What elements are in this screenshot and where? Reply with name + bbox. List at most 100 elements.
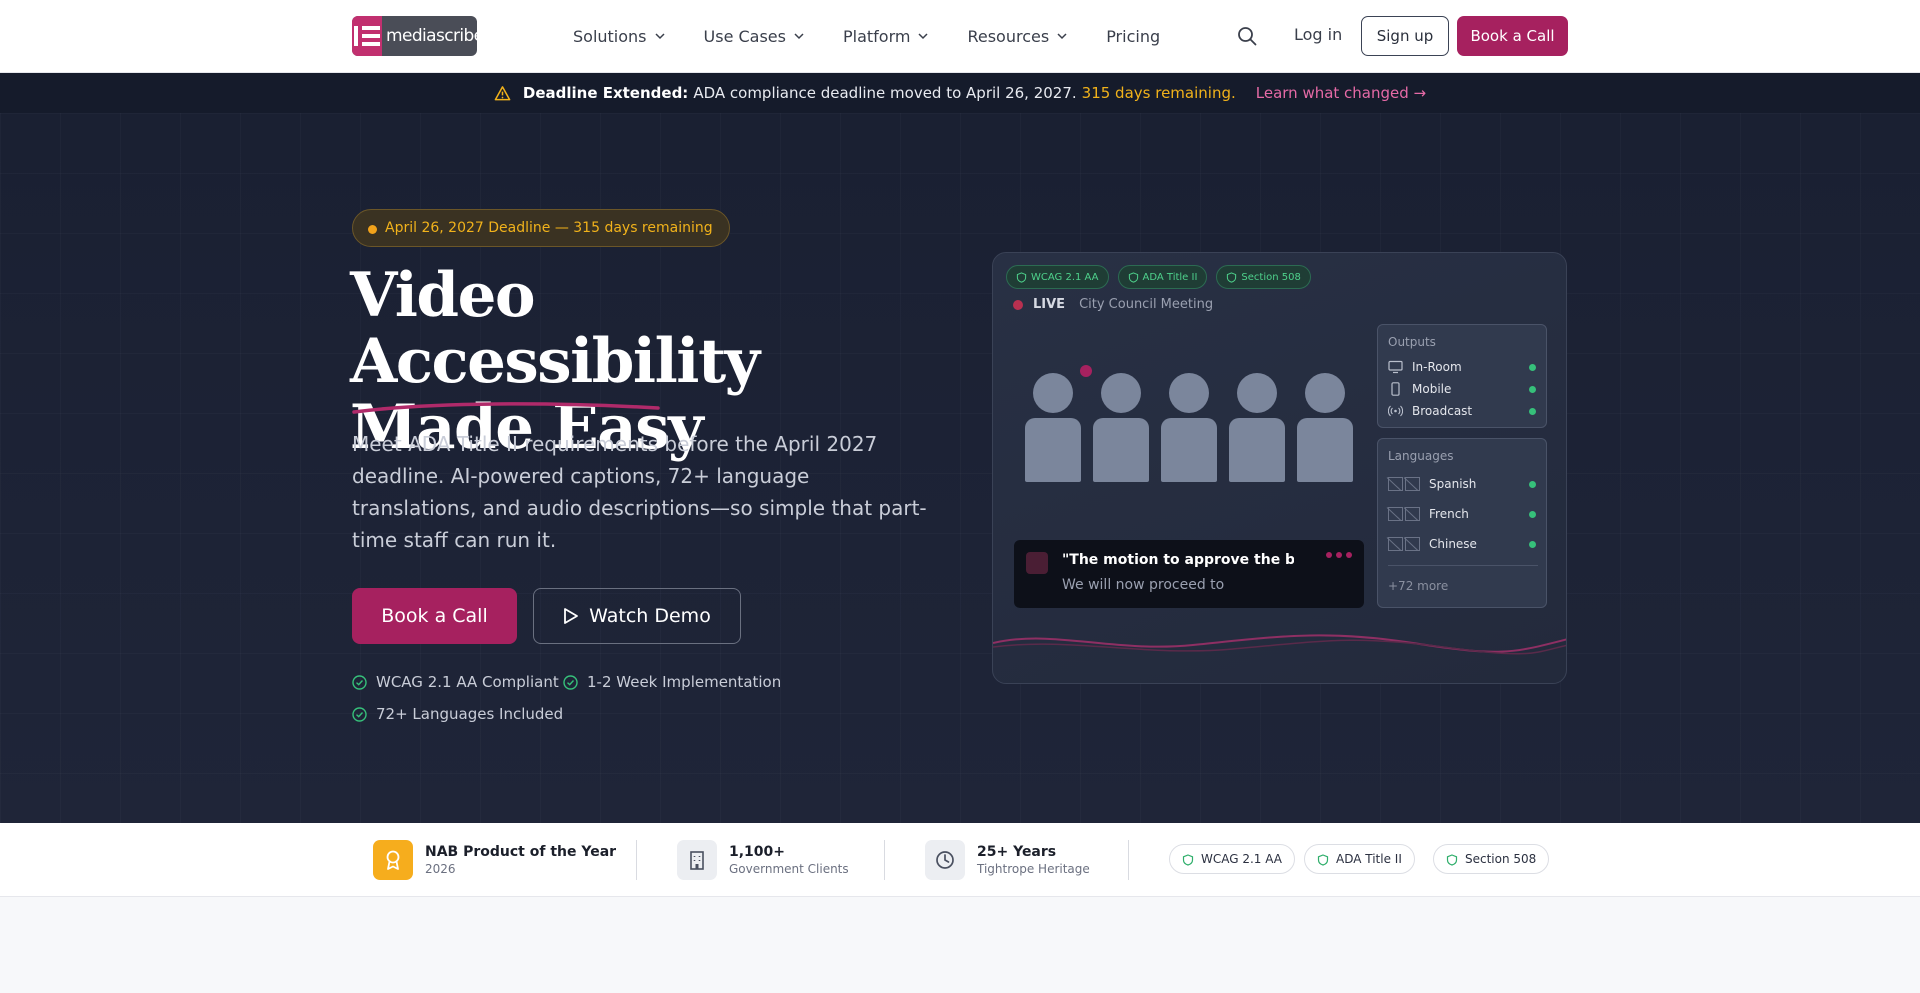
- tag-ada: ADA Title II: [1117, 265, 1208, 289]
- trust-value: 1,100+: [729, 844, 786, 860]
- tag-wcag: WCAG 2.1 AA: [1006, 265, 1109, 289]
- live-caption-box: "The motion to approve the budget We wil…: [1014, 540, 1364, 608]
- check-item: WCAG 2.1 AA Compliant: [352, 673, 559, 691]
- language-label: Chinese: [1429, 537, 1477, 551]
- check-label: 1-2 Week Implementation: [587, 673, 782, 691]
- clock-icon: [925, 840, 965, 880]
- audio-waveform: [993, 634, 1566, 655]
- mediascribe-logo[interactable]: mediascribe: [352, 16, 477, 56]
- language-row: Chinese: [1388, 535, 1538, 553]
- divider: [1128, 840, 1129, 880]
- council-members: [1025, 363, 1355, 482]
- mobile-icon: [1391, 382, 1400, 396]
- check-circle-icon: [352, 706, 367, 722]
- trust-item-heritage: 25+ Years Tightrope Heritage: [925, 840, 1090, 880]
- live-dot: [1013, 299, 1023, 310]
- grid-background: [0, 113, 1920, 823]
- broadcast-icon: [1388, 405, 1403, 417]
- trust-sub: Government Clients: [729, 862, 849, 876]
- hero-section: April 26, 2027 Deadline — 315 days remai…: [0, 113, 1920, 823]
- speaking-indicator-icon: [1080, 365, 1092, 377]
- building-icon: [677, 840, 717, 880]
- tag-label: ADA Title II: [1142, 271, 1198, 283]
- person-figure: [1297, 373, 1353, 482]
- watch-demo-label: Watch Demo: [589, 605, 711, 627]
- language-row: Spanish: [1388, 475, 1538, 493]
- chevron-down-icon: [794, 33, 804, 40]
- menu-solutions[interactable]: Solutions: [573, 24, 666, 48]
- outputs-panel: Outputs In-Room Mobile Broadcast: [1377, 324, 1547, 428]
- top-navigation: mediascribe Solutions Use Cases Platform…: [0, 0, 1920, 73]
- next-section-background: [0, 897, 1920, 993]
- monitor-icon: [1388, 360, 1403, 374]
- chevron-down-icon: [1057, 33, 1067, 40]
- check-circle-icon: [352, 674, 367, 690]
- shield-icon: [1016, 272, 1027, 283]
- check-item: 72+ Languages Included: [352, 705, 563, 723]
- login-link[interactable]: Log in: [1294, 25, 1342, 44]
- play-icon: [564, 608, 579, 624]
- shield-icon: [1182, 854, 1194, 866]
- award-icon: [373, 840, 413, 880]
- learn-what-changed-link[interactable]: Learn what changed →: [1256, 84, 1426, 102]
- shield-icon: [1227, 272, 1237, 283]
- trust-value: 25+ Years: [977, 844, 1057, 860]
- check-label: WCAG 2.1 AA Compliant: [376, 673, 559, 691]
- trust-value: NAB Product of the Year: [425, 844, 617, 860]
- flag-icon: [1388, 507, 1403, 521]
- compliance-tags: WCAG 2.1 AA ADA Title II Section 508: [1006, 265, 1311, 289]
- live-label: LIVE: [1033, 297, 1066, 312]
- menu-use-cases[interactable]: Use Cases: [704, 24, 805, 48]
- deadline-banner: Deadline Extended: ADA compliance deadli…: [0, 73, 1920, 113]
- menu-label: Resources: [967, 26, 1050, 46]
- menu-platform[interactable]: Platform: [843, 24, 929, 48]
- flag-icon: [1388, 477, 1403, 491]
- watch-demo-button[interactable]: Watch Demo: [533, 588, 741, 644]
- menu-label: Pricing: [1106, 26, 1161, 46]
- typing-dots-icon: [1326, 552, 1352, 558]
- divider: [636, 840, 637, 880]
- trust-sub: Tightrope Heritage: [977, 862, 1090, 876]
- more-languages: +72 more: [1388, 579, 1449, 593]
- output-row: Mobile: [1388, 380, 1538, 398]
- product-mockup: WCAG 2.1 AA ADA Title II Section 508 LIV…: [992, 252, 1567, 684]
- signup-button[interactable]: Sign up: [1361, 16, 1449, 56]
- deadline-pill: April 26, 2027 Deadline — 315 days remai…: [352, 209, 730, 247]
- check-item: 1-2 Week Implementation: [563, 673, 781, 691]
- menu-resources[interactable]: Resources: [967, 24, 1068, 48]
- flag-icon: [1405, 477, 1420, 491]
- banner-bold: Deadline Extended:: [522, 84, 689, 102]
- shield-icon: [1317, 854, 1329, 866]
- badge-label: ADA Title II: [1336, 852, 1402, 866]
- tag-label: WCAG 2.1 AA: [1031, 271, 1099, 283]
- book-call-nav-button[interactable]: Book a Call: [1457, 16, 1568, 56]
- person-figure: [1025, 373, 1081, 482]
- chevron-down-icon: [918, 33, 928, 40]
- menu-label: Use Cases: [703, 26, 786, 46]
- person-figure: [1229, 373, 1285, 482]
- trust-strip: NAB Product of the Year 2026 1,100+ Gove…: [0, 823, 1920, 897]
- flag-icon: [1388, 537, 1403, 551]
- output-label: In-Room: [1412, 360, 1462, 374]
- caption-icon: [1026, 552, 1048, 574]
- person-figure: [1093, 373, 1149, 482]
- menu-pricing[interactable]: Pricing: [1106, 24, 1160, 48]
- search-icon[interactable]: [1236, 25, 1258, 47]
- tag-508: Section 508: [1216, 265, 1311, 289]
- banner-text: ADA compliance deadline moved to April 2…: [693, 84, 1077, 102]
- caption-line2: We will now proceed to: [1062, 577, 1225, 593]
- divider: [884, 840, 885, 880]
- output-label: Mobile: [1412, 382, 1452, 396]
- badge-508: Section 508: [1433, 844, 1550, 874]
- flag-icon: [1405, 537, 1420, 551]
- meeting-title: City Council Meeting: [1079, 297, 1214, 312]
- book-call-button[interactable]: Book a Call: [352, 588, 517, 644]
- check-label: 72+ Languages Included: [376, 705, 564, 723]
- badge-ada: ADA Title II: [1304, 844, 1415, 874]
- badge-label: Section 508: [1465, 852, 1537, 866]
- language-label: Spanish: [1429, 477, 1477, 491]
- menu-label: Solutions: [573, 26, 647, 46]
- output-row: Broadcast: [1388, 402, 1538, 420]
- trust-item-clients: 1,100+ Government Clients: [677, 840, 849, 880]
- trust-sub: 2026: [425, 862, 456, 876]
